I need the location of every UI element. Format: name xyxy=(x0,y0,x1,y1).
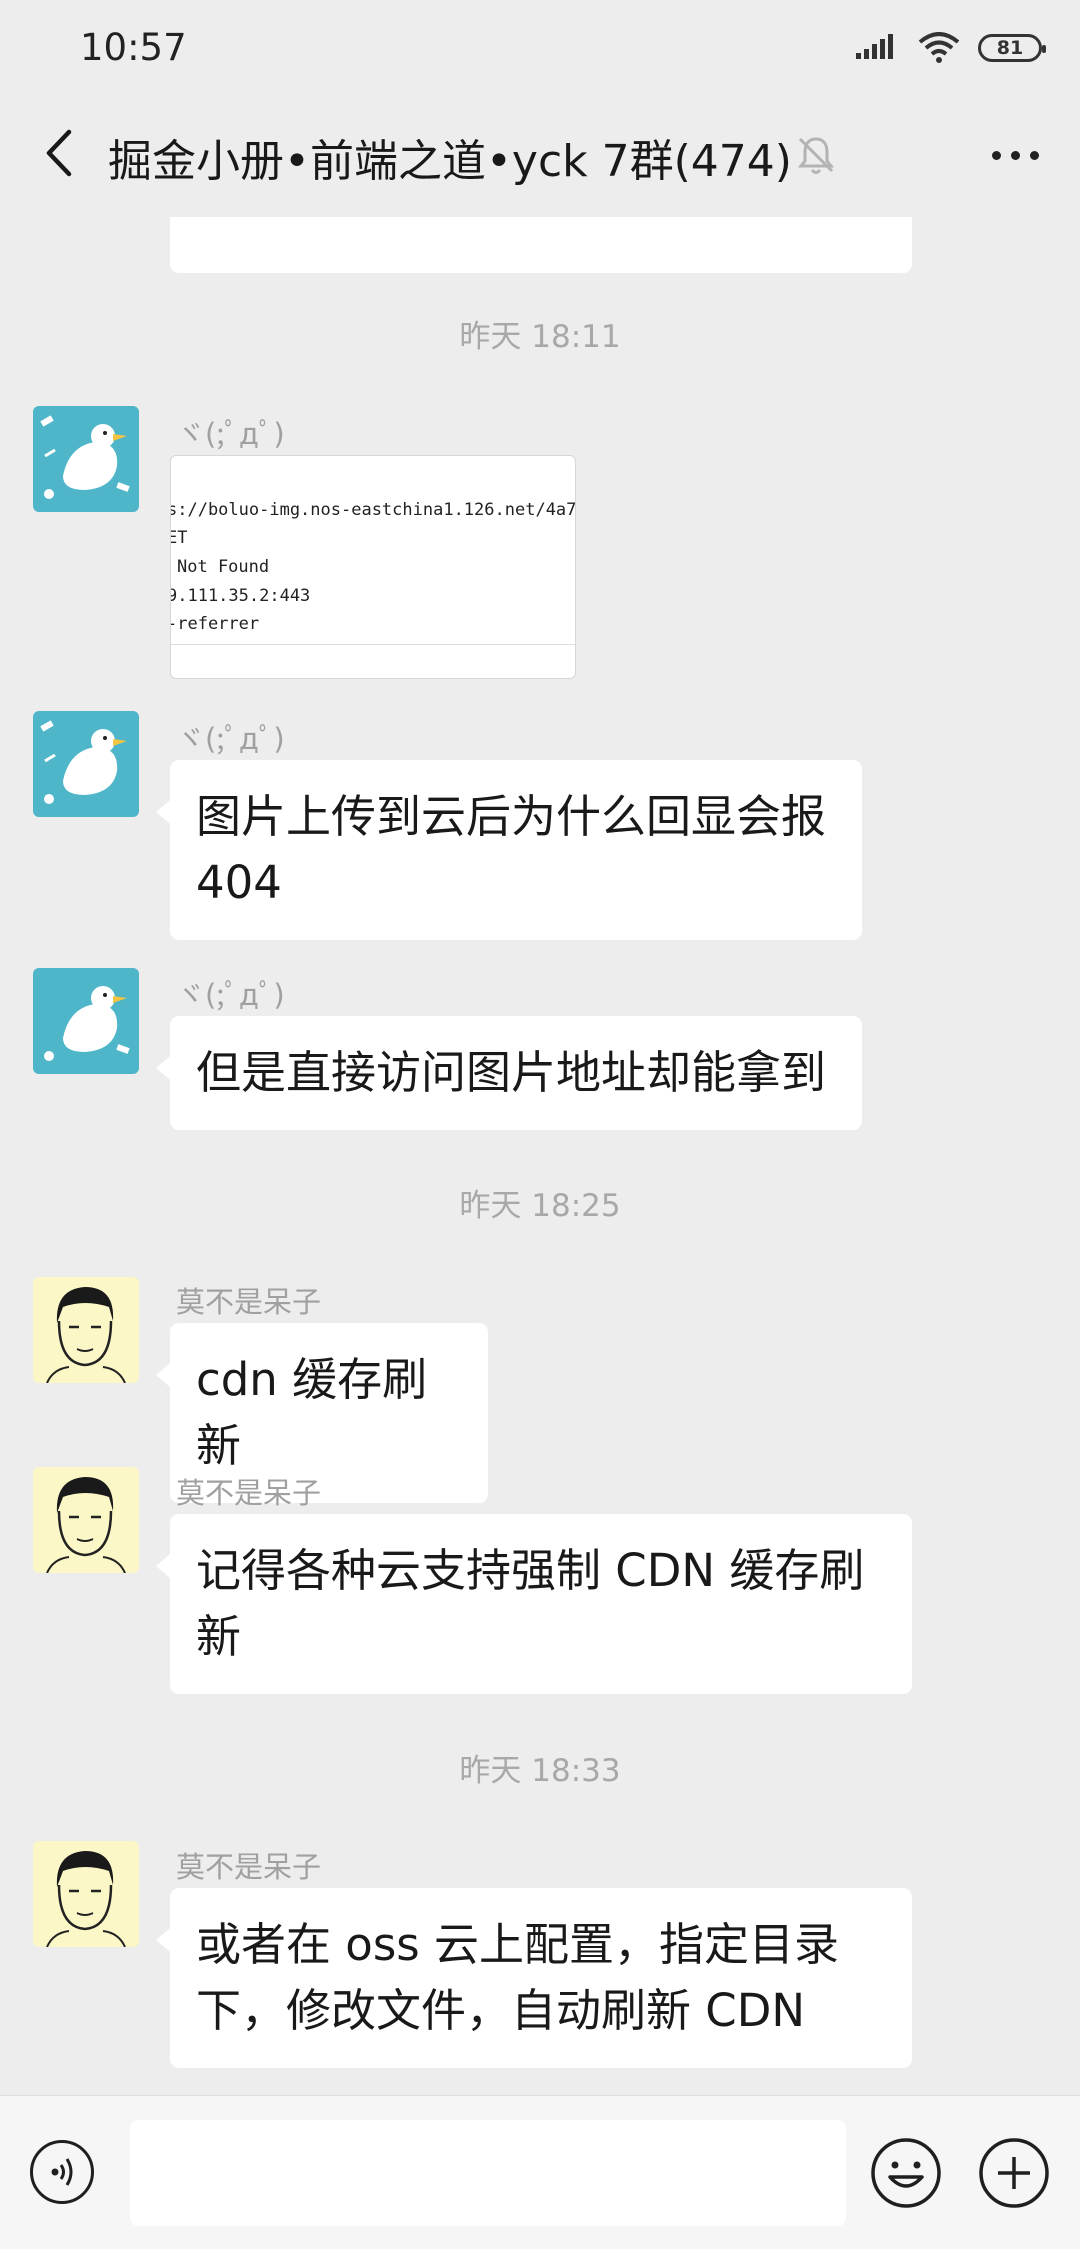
more-options-button[interactable] xyxy=(980,135,1050,175)
message-bubble-partial[interactable] xyxy=(170,217,912,273)
message-timestamp: 昨天 18:25 xyxy=(459,1188,621,1224)
message-bubble[interactable]: 图片上传到云后为什么回显会报404 xyxy=(156,760,862,940)
face-avatar-icon xyxy=(33,1467,139,1573)
message-bubble[interactable]: 但是直接访问图片地址却能拿到 xyxy=(156,1016,862,1130)
sender-name: ヾ(;ﾟдﾟ) xyxy=(176,978,285,1012)
sender-name: 莫不是呆子 xyxy=(176,1285,322,1319)
duck-avatar-icon xyxy=(33,406,139,512)
sender-name: 莫不是呆子 xyxy=(176,1476,322,1510)
avatar-duck[interactable] xyxy=(33,406,139,512)
message-timestamp: 昨天 18:33 xyxy=(459,1753,621,1789)
emoji-icon xyxy=(871,2138,941,2208)
sender-name: ヾ(;ﾟдﾟ) xyxy=(176,417,285,451)
chat-message-list[interactable]: 昨天 18:11 ヾ(;ﾟдﾟ) s://boluo-img.nos-eastc… xyxy=(0,217,1080,2095)
image-text-line: -referrer xyxy=(170,614,260,634)
voice-icon xyxy=(51,2158,73,2186)
avatar-face[interactable] xyxy=(33,1277,139,1383)
chat-title: 掘金小册•前端之道•yck 7群(474) xyxy=(108,136,792,187)
status-bar: 10:57 81 xyxy=(0,0,1080,95)
wifi-icon xyxy=(918,32,960,63)
status-time: 10:57 xyxy=(80,26,187,69)
more-dot xyxy=(1010,150,1020,160)
status-icons: 81 xyxy=(856,28,1046,68)
avatar-duck[interactable] xyxy=(33,968,139,1074)
more-dot xyxy=(1029,150,1039,160)
image-message[interactable]: s://boluo-img.nos-eastchina1.126.net/4a7… xyxy=(170,455,576,679)
signal-icon xyxy=(856,34,893,59)
sender-name: ヾ(;ﾟдﾟ) xyxy=(176,722,285,756)
plus-icon xyxy=(979,2138,1049,2208)
avatar-duck[interactable] xyxy=(33,711,139,817)
battery-icon: 81 xyxy=(978,34,1046,62)
duck-avatar-icon xyxy=(33,711,139,817)
sender-name: 莫不是呆子 xyxy=(176,1850,322,1884)
duck-avatar-icon xyxy=(33,968,139,1074)
more-dot xyxy=(991,150,1001,160)
message-bubble[interactable]: 或者在 oss 云上配置，指定目录下，修改文件，自动刷新 CDN xyxy=(156,1888,912,2068)
message-timestamp: 昨天 18:11 xyxy=(459,319,621,355)
image-text-line: s://boluo-img.nos-eastchina1.126.net/4a7… xyxy=(170,500,576,520)
avatar-face[interactable] xyxy=(33,1467,139,1573)
image-text-line: Not Found xyxy=(177,557,270,577)
avatar-face[interactable] xyxy=(33,1841,139,1947)
image-text-line: ET xyxy=(171,528,188,548)
muted-bell-icon xyxy=(797,137,835,174)
back-arrow-icon xyxy=(46,129,72,177)
emoji-button[interactable] xyxy=(870,2137,942,2209)
face-avatar-icon xyxy=(33,1277,139,1383)
input-bar xyxy=(0,2095,1080,2249)
back-button[interactable] xyxy=(28,123,88,183)
chat-header: 掘金小册•前端之道•yck 7群(474) xyxy=(0,95,1080,217)
message-input[interactable] xyxy=(130,2120,846,2226)
image-divider xyxy=(171,644,575,645)
image-text-line: 9.111.35.2:443 xyxy=(170,586,311,606)
face-avatar-icon xyxy=(33,1841,139,1947)
voice-button[interactable] xyxy=(30,2140,94,2204)
message-bubble[interactable]: 记得各种云支持强制 CDN 缓存刷新 xyxy=(156,1514,912,1694)
more-functions-button[interactable] xyxy=(978,2137,1050,2209)
